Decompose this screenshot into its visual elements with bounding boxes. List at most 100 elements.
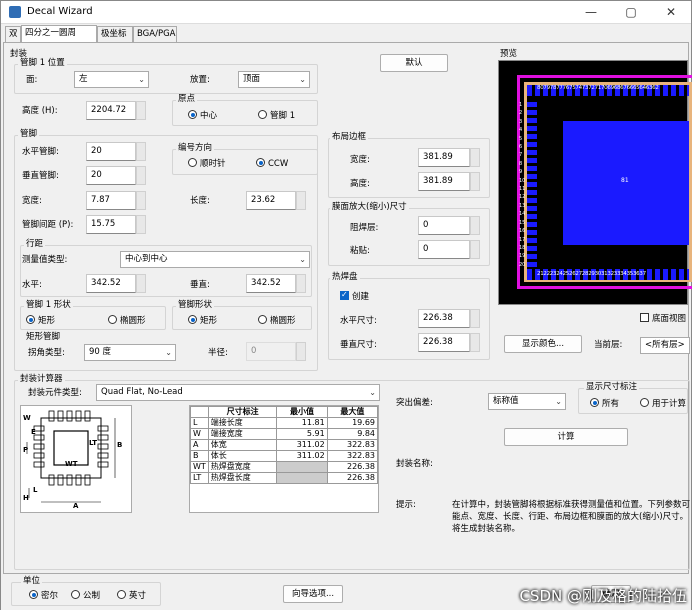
display-color-button[interactable]: 显示颜色... bbox=[504, 335, 582, 353]
row-h-input[interactable]: 342.52 bbox=[86, 274, 136, 293]
thermal-v-input[interactable]: 226.38 bbox=[418, 333, 470, 352]
row-v-input[interactable]: 342.52 bbox=[246, 274, 296, 293]
highlight-select[interactable]: 标称值 ⌄ bbox=[488, 393, 566, 410]
tab-polar[interactable]: 极坐标 bbox=[97, 26, 133, 42]
pin1-shape-title: 管脚 1 形状 bbox=[24, 300, 73, 311]
horiz-pins-input[interactable]: 20 bbox=[86, 142, 136, 161]
chevron-down-icon: ⌄ bbox=[299, 75, 306, 84]
tab-bga[interactable]: BGA/PGA bbox=[133, 26, 177, 42]
radio-dot-icon bbox=[640, 398, 649, 407]
row-min[interactable]: 5.91 bbox=[276, 428, 328, 440]
unit-metric-radio[interactable]: 公制 bbox=[71, 590, 100, 602]
border-width-spinner[interactable] bbox=[470, 148, 480, 167]
paste-spinner[interactable] bbox=[470, 240, 480, 259]
dim-calc-radio[interactable]: 用于计算 bbox=[640, 398, 686, 410]
thermal-pad-number: 81 bbox=[621, 177, 629, 184]
border-height-spinner[interactable] bbox=[470, 172, 480, 191]
paste-label: 粘贴: bbox=[350, 246, 370, 256]
border-height-label: 高度: bbox=[350, 179, 370, 189]
pin-pitch-input[interactable]: 15.75 bbox=[86, 215, 136, 234]
package-type-select[interactable]: Quad Flat, No-Lead ⌄ bbox=[96, 384, 380, 401]
row-v-spinner[interactable] bbox=[296, 274, 306, 293]
pin-number: 14 bbox=[519, 211, 526, 218]
radius-input[interactable]: 0 bbox=[246, 342, 296, 361]
measure-type-select[interactable]: 中心到中心 ⌄ bbox=[120, 251, 310, 268]
row-max[interactable]: 322.83 bbox=[326, 439, 379, 451]
row-max[interactable]: 226.38 bbox=[326, 472, 379, 484]
solder-spinner[interactable] bbox=[470, 216, 480, 235]
wizard-options-button[interactable]: 向导选项... bbox=[283, 585, 343, 603]
table-row[interactable]: WT 热焊盘宽度 226.38 bbox=[190, 461, 379, 473]
pin1-rect-radio[interactable]: 矩形 bbox=[26, 315, 55, 327]
horiz-pins-spinner[interactable] bbox=[136, 142, 146, 161]
paste-input[interactable]: 0 bbox=[418, 240, 470, 259]
row-max[interactable]: 19.69 bbox=[326, 417, 379, 429]
close-button[interactable]: ✕ bbox=[651, 1, 691, 24]
table-row[interactable]: LT 热焊盘长度 226.38 bbox=[190, 472, 379, 484]
row-max[interactable]: 322.83 bbox=[326, 450, 379, 462]
solder-input[interactable]: 0 bbox=[418, 216, 470, 235]
unit-inch-radio[interactable]: 英寸 bbox=[117, 590, 146, 602]
pin-number: 18 bbox=[519, 244, 526, 251]
tab-quad[interactable]: 四分之一圆周 bbox=[21, 25, 97, 42]
height-spinner[interactable] bbox=[136, 101, 146, 120]
pin-width-spinner[interactable] bbox=[136, 191, 146, 210]
thermal-create-checkbox[interactable]: 创建 bbox=[340, 289, 369, 303]
place-select[interactable]: 顶面 ⌄ bbox=[238, 71, 310, 88]
row-max[interactable]: 226.38 bbox=[326, 461, 379, 473]
radius-spinner[interactable] bbox=[296, 342, 306, 361]
minimize-button[interactable]: — bbox=[571, 1, 611, 24]
side-value: 左 bbox=[79, 74, 88, 84]
tab-panel: 封装 管脚 1 位置 面: 左 ⌄ 放置: 顶面 ⌄ 默认 高度 (H): 2204… bbox=[3, 42, 692, 574]
current-layer-select[interactable]: <所有层> bbox=[640, 337, 690, 354]
dim-calc-label: 用于计算 bbox=[652, 399, 687, 409]
numbering-ccw-radio[interactable]: CCW bbox=[256, 158, 288, 170]
pin-width-input[interactable]: 7.87 bbox=[86, 191, 136, 210]
thermal-h-input[interactable]: 226.38 bbox=[418, 309, 470, 328]
row-h-spinner[interactable] bbox=[136, 274, 146, 293]
radio-dot-icon bbox=[29, 590, 38, 599]
place-value: 顶面 bbox=[243, 74, 261, 84]
pin-length-input[interactable]: 23.62 bbox=[246, 191, 296, 210]
border-height-input[interactable]: 381.89 bbox=[418, 172, 470, 191]
pin-oval-radio[interactable]: 椭圆形 bbox=[258, 315, 296, 327]
height-input[interactable]: 2204.72 bbox=[86, 101, 136, 120]
dim-all-radio[interactable]: 所有 bbox=[590, 398, 619, 410]
table-row[interactable]: W 端接宽度 5.91 9.84 bbox=[190, 428, 379, 440]
tab-dual[interactable]: 双 bbox=[5, 26, 21, 42]
numbering-cw-radio[interactable]: 顺时针 bbox=[188, 158, 226, 170]
origin-center-radio[interactable]: 中心 bbox=[188, 110, 217, 122]
bottom-view-checkbox[interactable]: 底面视图 bbox=[640, 313, 686, 325]
thermal-v-spinner[interactable] bbox=[470, 333, 480, 352]
row-min[interactable]: 311.02 bbox=[276, 439, 328, 451]
preview-canvas[interactable]: 80797877767574737271706968676665646362 2… bbox=[498, 60, 692, 305]
vert-pins-input[interactable]: 20 bbox=[86, 166, 136, 185]
border-width-input[interactable]: 381.89 bbox=[418, 148, 470, 167]
row-min[interactable]: 311.02 bbox=[276, 450, 328, 462]
thermal-h-spinner[interactable] bbox=[470, 309, 480, 328]
row-code: W bbox=[190, 428, 209, 440]
corner-type-select[interactable]: 90 度 ⌄ bbox=[84, 344, 176, 361]
table-row[interactable]: B 体长 311.02 322.83 bbox=[190, 450, 379, 462]
origin-pin1-radio[interactable]: 管脚 1 bbox=[258, 110, 295, 122]
table-row[interactable]: L 端接长度 11.81 19.69 bbox=[190, 417, 379, 429]
calculator-title: 封装计算器 bbox=[18, 374, 65, 385]
maximize-button[interactable]: ▢ bbox=[611, 1, 651, 24]
radio-dot-icon bbox=[258, 315, 267, 324]
pin-rect-radio[interactable]: 矩形 bbox=[188, 315, 217, 327]
vert-pins-spinner[interactable] bbox=[136, 166, 146, 185]
pin-number: 9 bbox=[519, 169, 523, 176]
row-code: A bbox=[190, 439, 209, 451]
pin-number: 13 bbox=[519, 202, 526, 209]
pin-length-spinner[interactable] bbox=[296, 191, 306, 210]
calculate-button[interactable]: 计算 bbox=[504, 428, 628, 446]
table-row[interactable]: A 体宽 311.02 322.83 bbox=[190, 439, 379, 451]
pin1-oval-radio[interactable]: 椭圆形 bbox=[108, 315, 146, 327]
row-min[interactable]: 11.81 bbox=[276, 417, 328, 429]
default-button[interactable]: 默认 bbox=[380, 54, 448, 72]
row-max[interactable]: 9.84 bbox=[326, 428, 379, 440]
pin-pitch-spinner[interactable] bbox=[136, 215, 146, 234]
dim-display-title: 显示尺寸标注 bbox=[584, 382, 640, 393]
side-select[interactable]: 左 ⌄ bbox=[74, 71, 149, 88]
unit-mil-radio[interactable]: 密尔 bbox=[29, 590, 58, 602]
